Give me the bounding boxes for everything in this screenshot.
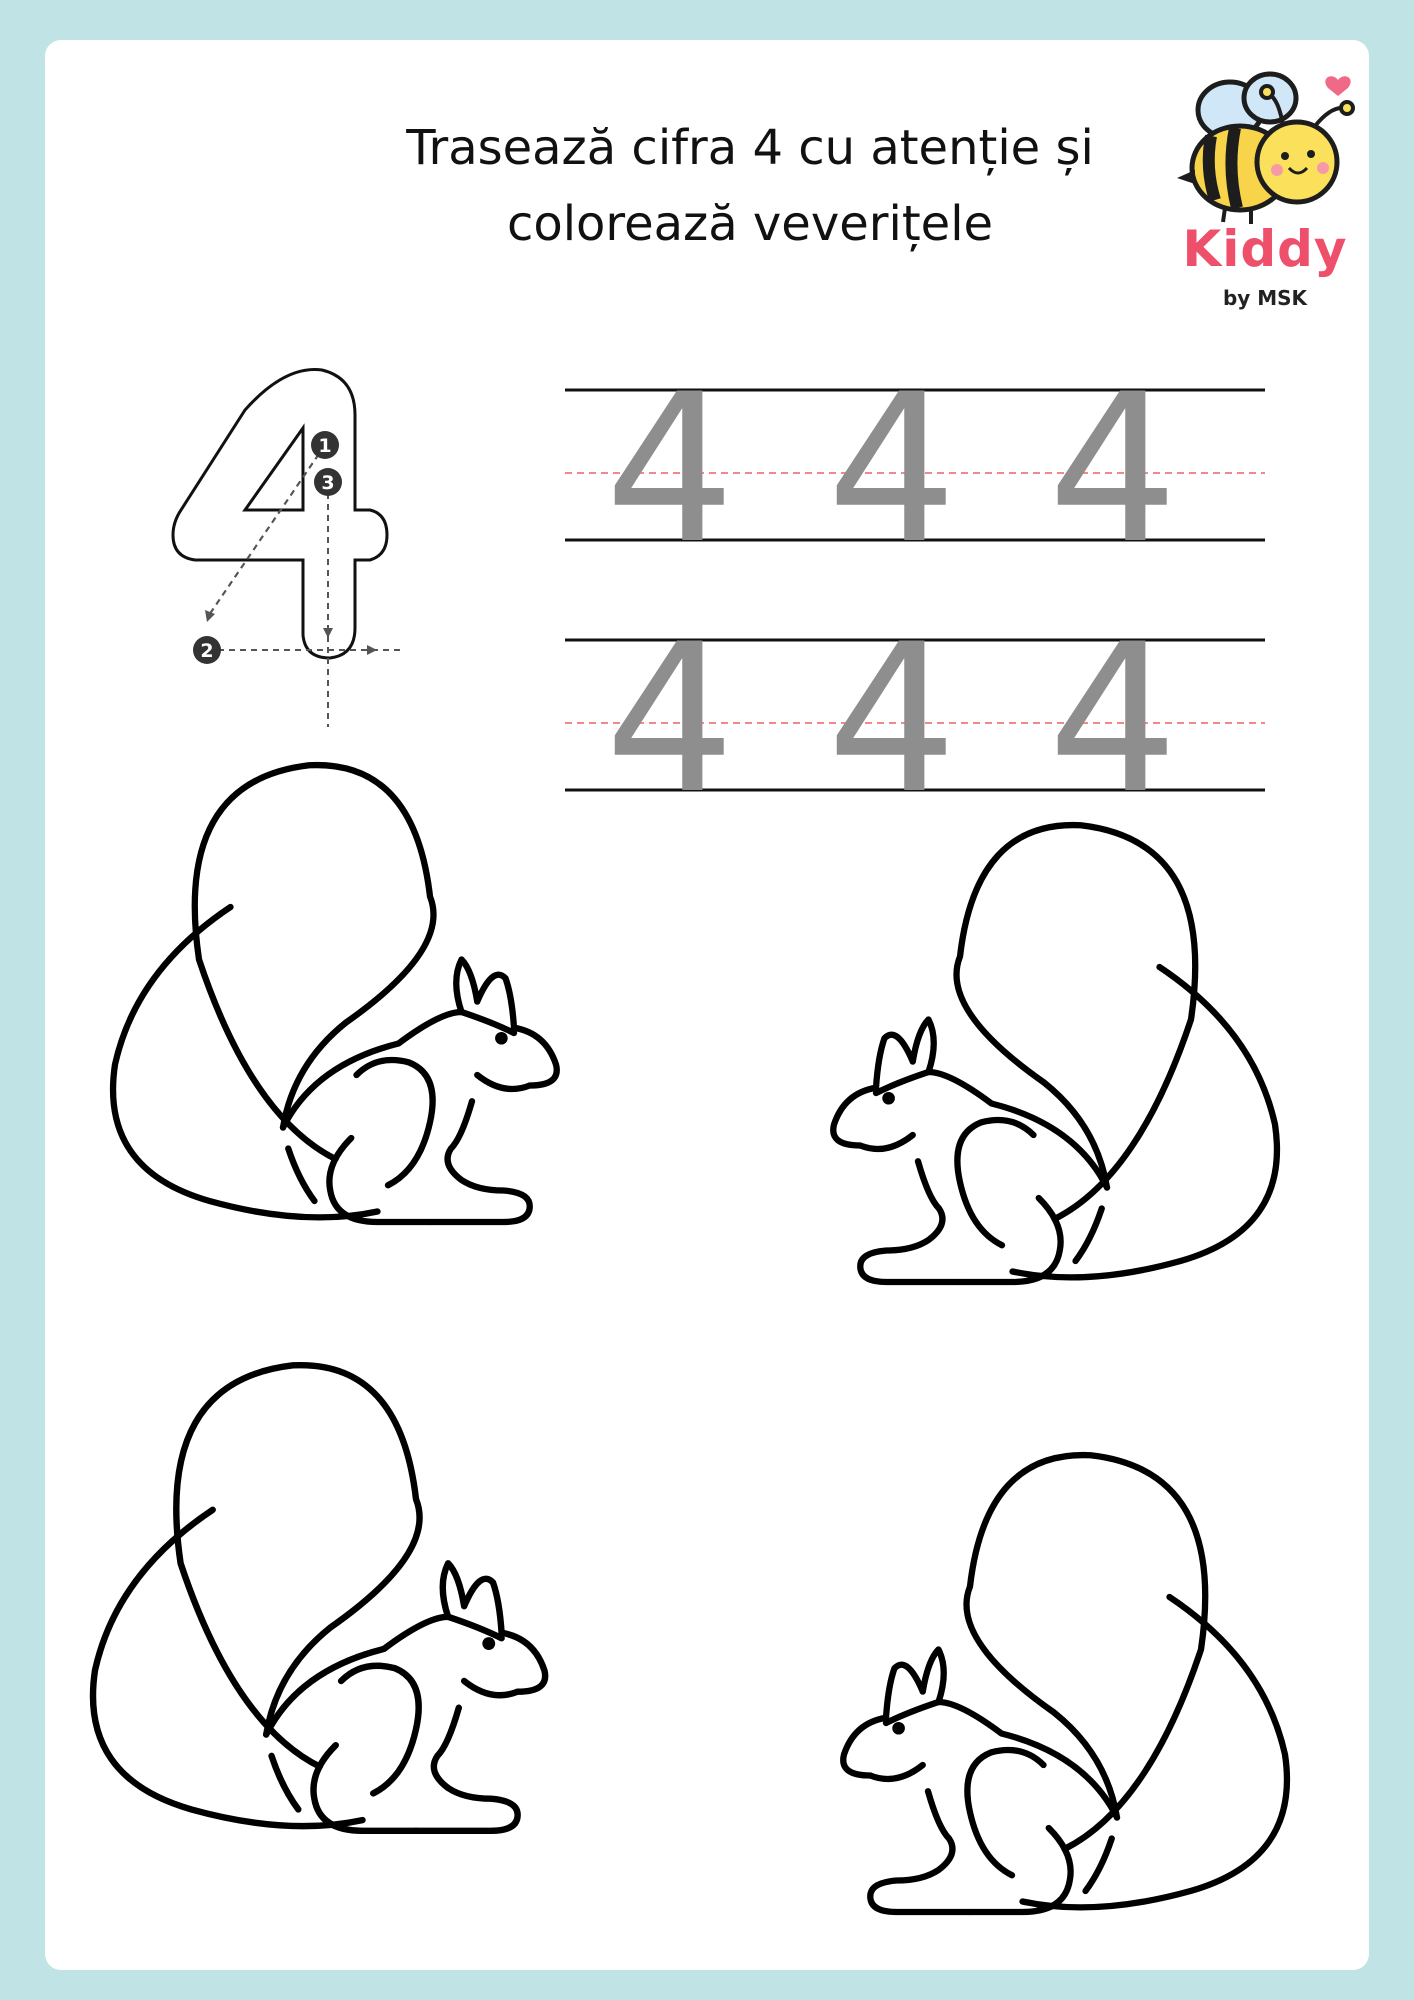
bee-icon	[1177, 71, 1355, 224]
practice-row-1: 4 4 4	[565, 351, 1265, 589]
squirrel-bottom-left	[93, 1365, 545, 1831]
step-2-label: 2	[200, 640, 213, 662]
step-1-marker: 1	[311, 431, 339, 459]
step-1-label: 1	[318, 435, 331, 457]
digit-4-outline	[171, 368, 389, 660]
squirrels-coloring	[45, 720, 1369, 1970]
title-line-1: Trasează cifra 4 cu atenție și	[406, 120, 1094, 176]
trace-digit: 4	[827, 351, 957, 589]
logo-byline: by MSK	[1222, 286, 1308, 310]
tracing-guide-4: 1 3 2	[171, 368, 405, 727]
step-3-label: 3	[321, 472, 334, 494]
trace-digit: 4	[605, 351, 735, 589]
step-2-marker: 2	[193, 636, 221, 664]
title-line-2: colorează veverițele	[506, 196, 994, 252]
trace-digit: 4	[1048, 351, 1178, 589]
worksheet-page: Trasează cifra 4 cu atenție și colorează…	[45, 40, 1369, 1970]
squirrel-top-left	[113, 765, 557, 1222]
kiddy-logo: Kiddy by MSK	[1155, 50, 1375, 340]
squirrel-top-right	[833, 825, 1277, 1282]
logo-name: Kiddy	[1182, 220, 1348, 278]
step-3-marker: 3	[314, 468, 342, 496]
page-title: Trasează cifra 4 cu atenție și colorează…	[285, 110, 1215, 262]
squirrel-bottom-right	[843, 1455, 1287, 1912]
